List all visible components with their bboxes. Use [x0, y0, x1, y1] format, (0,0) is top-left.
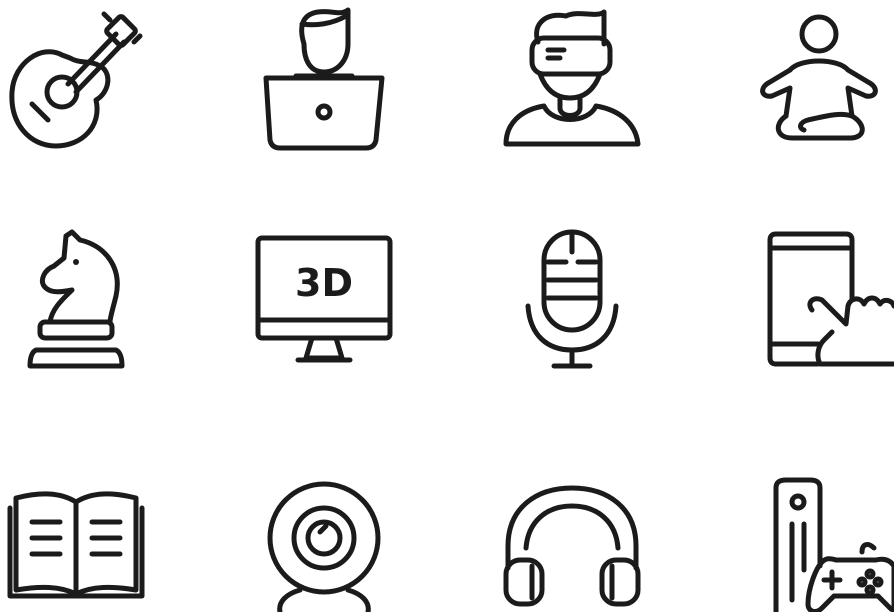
- guitar-icon: [9, 11, 143, 149]
- phone-touch-icon: [767, 231, 894, 367]
- vr-headset-user-icon: [503, 9, 641, 147]
- person-laptop-icon: [263, 7, 385, 151]
- headphones-icon: [503, 485, 641, 607]
- icon-sheet: 3D: [7, 7, 894, 612]
- monitor-3d-icon: 3D: [255, 235, 393, 363]
- pc-gamepad-icon: [773, 477, 894, 612]
- webcam-icon: [267, 481, 381, 612]
- meditation-icon: [760, 14, 878, 141]
- open-book-icon: [7, 491, 145, 599]
- chess-knight-icon: [27, 229, 125, 369]
- microphone-icon: [525, 229, 619, 369]
- monitor-3d-label: 3D: [295, 261, 353, 305]
